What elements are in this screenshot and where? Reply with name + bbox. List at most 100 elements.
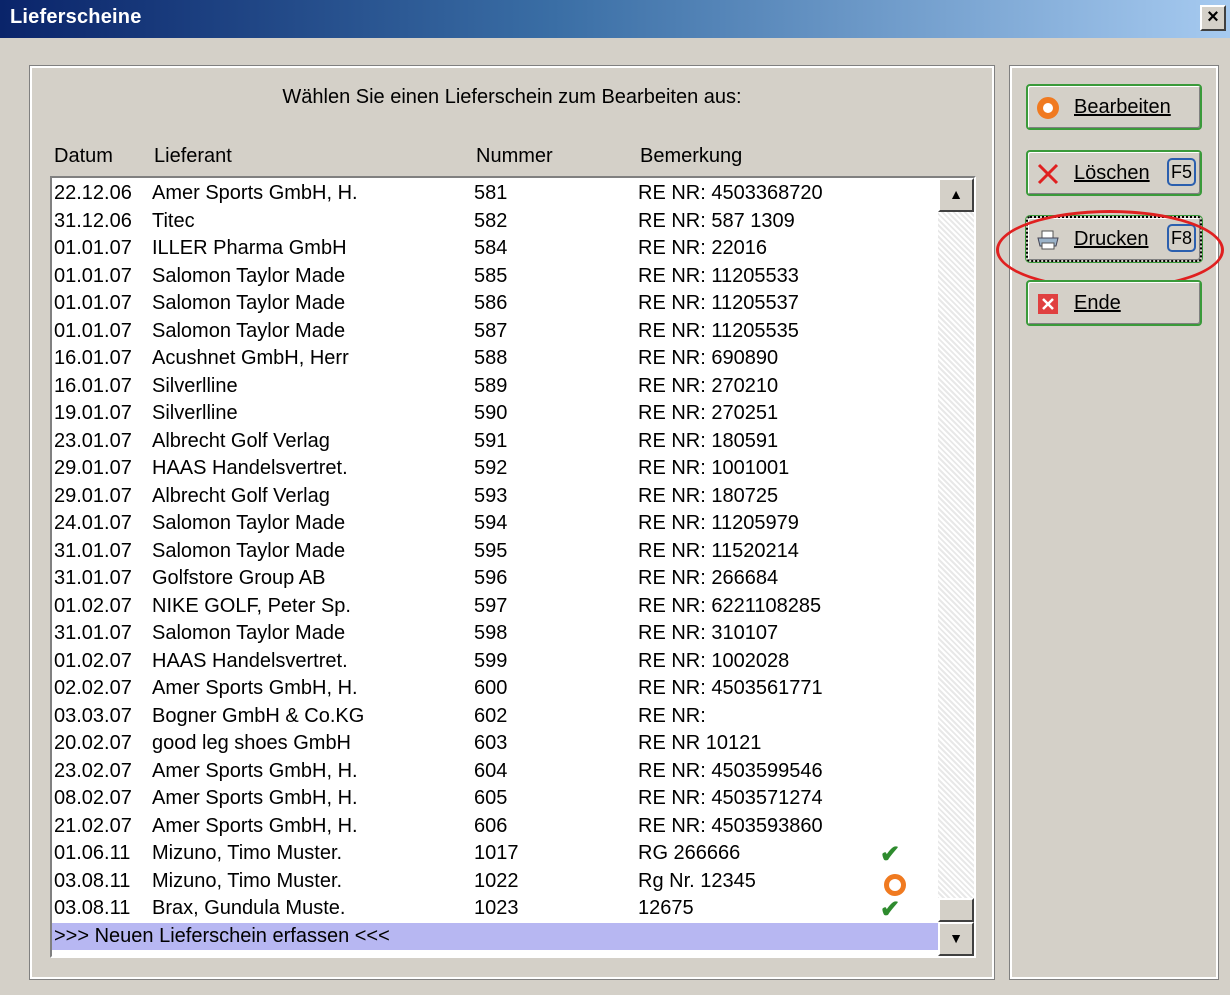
highlight-ellipse xyxy=(996,210,1224,290)
row-date: 16.01.07 xyxy=(54,347,132,369)
new-delivery-note-label: >>> Neuen Lieferschein erfassen <<< xyxy=(54,924,390,947)
row-number: 594 xyxy=(474,512,508,534)
list-item[interactable]: 01.06.11 Mizuno, Timo Muster. 1017 RG 26666… xyxy=(52,840,938,868)
list-item[interactable]: 16.01.07 Acushnet GmbH, Herr 588 RE NR: 690… xyxy=(52,345,938,373)
list-item[interactable]: 01.01.07 ILLER Pharma GmbH 584 RE NR: 22016 xyxy=(52,235,938,263)
row-supplier: HAAS Handelsvertret. xyxy=(152,649,348,672)
row-remark: RE NR: xyxy=(638,704,706,727)
window-title: Lieferscheine xyxy=(10,6,142,28)
row-supplier: Golfstore Group AB xyxy=(152,567,326,589)
row-date: 03.08.11 xyxy=(54,869,131,892)
row-supplier: Amer Sports GmbH, H. xyxy=(152,759,358,782)
new-delivery-note-item[interactable]: >>> Neuen Lieferschein erfassen <<< xyxy=(52,922,938,950)
list-item[interactable]: 24.01.07 Salomon Taylor Made 594 RE NR: 112… xyxy=(52,510,938,538)
row-supplier: Mizuno, Timo Muster. xyxy=(152,842,343,864)
ring-icon xyxy=(1037,97,1059,119)
row-number: 606 xyxy=(474,814,508,837)
row-number: 582 xyxy=(474,209,508,232)
delivery-note-list[interactable]: 22.12.06 Amer Sports GmbH, H. 581 RE NR: 45… xyxy=(50,176,976,958)
list-item[interactable]: 01.02.07 HAAS Handelsvertret. 599 RE NR: 10… xyxy=(52,648,938,676)
list-item[interactable]: 19.01.07 Silverlline 590 RE NR: 270251 xyxy=(52,400,938,428)
close-button[interactable]: × xyxy=(1200,5,1226,31)
list-item[interactable]: 01.02.07 NIKE GOLF, Peter Sp. 597 RE NR: 62… xyxy=(52,593,938,621)
row-number: 586 xyxy=(474,292,508,314)
list-item[interactable]: 29.01.07 Albrecht Golf Verlag 593 RE NR: 18… xyxy=(52,483,938,511)
row-date: 01.01.07 xyxy=(54,292,132,314)
row-date: 31.01.07 xyxy=(54,539,132,562)
row-remark: RE NR: 266684 xyxy=(638,567,779,589)
delete-button-label: Löschen xyxy=(1074,162,1150,184)
list-item[interactable]: 20.02.07 good leg shoes GmbH 603 RE NR 1012… xyxy=(52,730,938,758)
list-item[interactable]: 02.02.07 Amer Sports GmbH, H. 600 RE NR: 45… xyxy=(52,675,938,703)
list-item[interactable]: 03.08.11 Mizuno, Timo Muster. 1022 Rg Nr. 1… xyxy=(52,868,938,896)
row-remark: RE NR: 22016 xyxy=(638,237,767,259)
row-date: 31.12.06 xyxy=(54,209,132,232)
row-remark: RE NR: 587 1309 xyxy=(638,209,795,232)
row-number: 581 xyxy=(474,182,508,204)
list-item[interactable]: 01.01.07 Salomon Taylor Made 587 RE NR: 112… xyxy=(52,318,938,346)
row-date: 29.01.07 xyxy=(54,457,132,479)
row-supplier: Salomon Taylor Made xyxy=(152,539,346,562)
edit-button[interactable]: Bearbeiten xyxy=(1026,84,1202,130)
list-item[interactable]: 01.01.07 Salomon Taylor Made 585 RE NR: 112… xyxy=(52,263,938,291)
column-header-remark: Bemerkung xyxy=(640,145,743,167)
title-bar: Lieferscheine × xyxy=(0,0,1230,38)
row-number: 591 xyxy=(474,429,508,452)
list-item[interactable]: 03.03.07 Bogner GmbH & Co.KG 602 RE NR: xyxy=(52,703,938,731)
row-supplier: NIKE GOLF, Peter Sp. xyxy=(152,594,351,617)
row-remark: RE NR: 270251 xyxy=(638,402,779,424)
row-remark: RE NR: 690890 xyxy=(638,347,779,369)
row-date: 22.12.06 xyxy=(54,182,132,204)
list-item[interactable]: 23.02.07 Amer Sports GmbH, H. 604 RE NR: 45… xyxy=(52,758,938,786)
row-remark: 12675 xyxy=(638,897,694,919)
row-supplier: Salomon Taylor Made xyxy=(152,622,346,644)
row-supplier: Albrecht Golf Verlag xyxy=(152,484,330,507)
row-date: 01.01.07 xyxy=(54,319,132,342)
row-supplier: Salomon Taylor Made xyxy=(152,292,346,314)
scroll-thumb[interactable] xyxy=(938,898,974,922)
row-remark: RE NR: 4503599546 xyxy=(638,759,823,782)
row-date: 23.01.07 xyxy=(54,429,132,452)
row-remark: RE NR: 4503593860 xyxy=(638,814,823,837)
list-item[interactable]: 31.01.07 Salomon Taylor Made 598 RE NR: 310… xyxy=(52,620,938,648)
exit-button[interactable]: Ende xyxy=(1026,280,1202,326)
row-date: 03.08.11 xyxy=(54,897,131,919)
scroll-down-button[interactable]: ▼ xyxy=(938,922,974,956)
row-number: 589 xyxy=(474,374,508,397)
row-supplier: Amer Sports GmbH, H. xyxy=(152,182,358,204)
row-remark: RE NR: 270210 xyxy=(638,374,779,397)
row-supplier: Bogner GmbH & Co.KG xyxy=(152,704,365,727)
row-supplier: ILLER Pharma GmbH xyxy=(152,237,347,259)
row-date: 19.01.07 xyxy=(54,402,132,424)
list-item[interactable]: 16.01.07 Silverlline 589 RE NR: 270210 xyxy=(52,373,938,401)
list-item[interactable]: 23.01.07 Albrecht Golf Verlag 591 RE NR: 18… xyxy=(52,428,938,456)
list-item[interactable]: 01.01.07 Salomon Taylor Made 586 RE NR: 112… xyxy=(52,290,938,318)
list-item[interactable]: 31.12.06 Titec 582 RE NR: 587 1309 xyxy=(52,208,938,236)
scroll-up-button[interactable]: ▲ xyxy=(938,178,974,212)
column-header-number: Nummer xyxy=(476,145,553,167)
instruction-text: Wählen Sie einen Lieferschein zum Bearbe… xyxy=(282,86,742,108)
row-number: 603 xyxy=(474,732,508,754)
row-date: 01.02.07 xyxy=(54,594,132,617)
list-item[interactable]: 03.08.11 Brax, Gundula Muste. 1023 12675 ✔ xyxy=(52,895,938,923)
row-remark: Rg Nr. 12345 xyxy=(638,869,756,892)
list-item[interactable]: 22.12.06 Amer Sports GmbH, H. 581 RE NR: 45… xyxy=(52,180,938,208)
row-number: 584 xyxy=(474,237,508,259)
list-item[interactable]: 29.01.07 HAAS Handelsvertret. 592 RE NR: 10… xyxy=(52,455,938,483)
vertical-scrollbar[interactable]: ▲ ▼ xyxy=(938,178,974,956)
column-header-supplier: Lieferant xyxy=(154,145,232,167)
list-item[interactable]: 31.01.07 Salomon Taylor Made 595 RE NR: 115… xyxy=(52,538,938,566)
row-supplier: Amer Sports GmbH, H. xyxy=(152,787,358,809)
row-number: 595 xyxy=(474,539,508,562)
row-supplier: HAAS Handelsvertret. xyxy=(152,457,348,479)
row-supplier: Acushnet GmbH, Herr xyxy=(152,347,349,369)
row-remark: RE NR: 11205537 xyxy=(638,292,799,314)
row-supplier: Silverlline xyxy=(152,402,238,424)
list-item[interactable]: 31.01.07 Golfstore Group AB 596 RE NR: 2666… xyxy=(52,565,938,593)
row-date: 02.02.07 xyxy=(54,677,132,699)
row-number: 1017 xyxy=(474,842,519,864)
list-item[interactable]: 21.02.07 Amer Sports GmbH, H. 606 RE NR: 45… xyxy=(52,813,938,841)
list-item[interactable]: 08.02.07 Amer Sports GmbH, H. 605 RE NR: 45… xyxy=(52,785,938,813)
row-date: 31.01.07 xyxy=(54,567,132,589)
delete-button[interactable]: Löschen F5 xyxy=(1026,150,1202,196)
